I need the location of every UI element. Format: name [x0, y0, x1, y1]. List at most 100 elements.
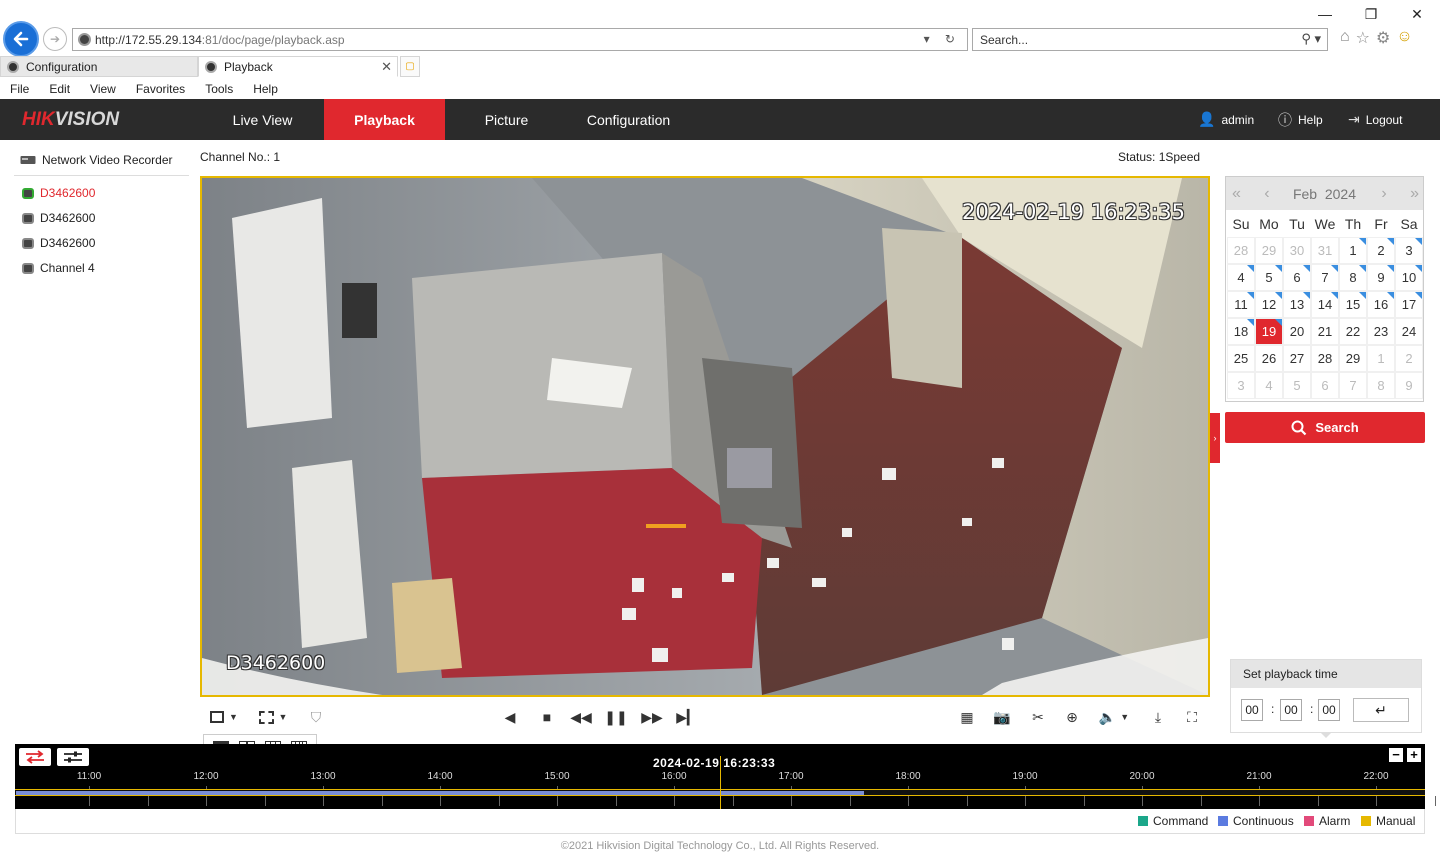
- calendar-day[interactable]: 16: [1367, 291, 1395, 318]
- nav-configuration[interactable]: Configuration: [568, 99, 689, 140]
- calendar-day[interactable]: 7: [1339, 372, 1367, 399]
- calendar-day[interactable]: 26: [1255, 345, 1283, 372]
- device-tree-root[interactable]: Network Video Recorder: [20, 153, 173, 167]
- calendar-day[interactable]: 31: [1311, 237, 1339, 264]
- menu-favorites[interactable]: Favorites: [126, 82, 195, 96]
- prev-month-icon[interactable]: ‹: [1264, 185, 1270, 203]
- calendar-day[interactable]: 4: [1227, 264, 1255, 291]
- calendar-day[interactable]: 14: [1311, 291, 1339, 318]
- tab-configuration[interactable]: Configuration: [0, 56, 198, 77]
- maximize-icon[interactable]: ❐: [1348, 0, 1394, 28]
- nav-live-view[interactable]: Live View: [202, 99, 323, 140]
- calendar-day[interactable]: 1: [1367, 345, 1395, 372]
- refresh-icon[interactable]: ▾ ↻: [924, 32, 961, 46]
- channel-item-3[interactable]: D3462600: [22, 236, 95, 250]
- calendar-day[interactable]: 25: [1227, 345, 1255, 372]
- back-button[interactable]: [3, 21, 39, 57]
- timeline-filter-button[interactable]: [57, 748, 89, 766]
- apply-time-button[interactable]: ↵: [1353, 698, 1409, 722]
- calendar-day[interactable]: 20: [1283, 318, 1311, 345]
- next-month-icon[interactable]: ›: [1381, 185, 1387, 203]
- calendar-day[interactable]: 21: [1311, 318, 1339, 345]
- digital-zoom-button[interactable]: ⊕: [1061, 706, 1083, 728]
- calendar-day[interactable]: 30: [1283, 237, 1311, 264]
- search-button[interactable]: Search: [1225, 412, 1425, 443]
- tab-playback[interactable]: Playback ✕: [198, 56, 398, 77]
- audio-button[interactable]: 🔈 ▼: [1096, 706, 1132, 728]
- region-select-button[interactable]: ▼: [255, 706, 291, 728]
- calendar-day[interactable]: 17: [1395, 291, 1423, 318]
- browser-search-input[interactable]: Search... ⚲ ▾: [972, 28, 1328, 51]
- close-window-icon[interactable]: ✕: [1394, 0, 1440, 28]
- address-bar[interactable]: http://172.55.29.134:81/doc/page/playbac…: [72, 28, 968, 51]
- logout-link[interactable]: ⇥ Logout: [1348, 99, 1402, 140]
- calendar-day[interactable]: 5: [1255, 264, 1283, 291]
- calendar-day[interactable]: 29: [1339, 345, 1367, 372]
- smiley-feedback-icon[interactable]: ☺: [1396, 28, 1412, 48]
- second-input[interactable]: 00: [1318, 699, 1340, 721]
- calendar-day[interactable]: 10: [1395, 264, 1423, 291]
- calendar-day[interactable]: 6: [1283, 264, 1311, 291]
- calendar-day[interactable]: 23: [1367, 318, 1395, 345]
- home-icon[interactable]: ⌂: [1340, 28, 1350, 48]
- calendar-day[interactable]: 6: [1311, 372, 1339, 399]
- new-tab-button[interactable]: ▢: [400, 56, 420, 77]
- calendar-day[interactable]: 22: [1339, 318, 1367, 345]
- calendar-day[interactable]: 2: [1395, 345, 1423, 372]
- nav-picture[interactable]: Picture: [446, 99, 567, 140]
- calendar-day[interactable]: 27: [1283, 345, 1311, 372]
- calendar-day[interactable]: 11: [1227, 291, 1255, 318]
- calendar-day[interactable]: 1: [1339, 237, 1367, 264]
- timeline-cursor[interactable]: [719, 756, 721, 809]
- hour-input[interactable]: 00: [1241, 699, 1263, 721]
- search-icon[interactable]: ⚲ ▾: [1301, 31, 1321, 47]
- pause-button[interactable]: ❚❚: [604, 706, 627, 728]
- calendar-day[interactable]: 8: [1339, 264, 1367, 291]
- calendar-day[interactable]: 15: [1339, 291, 1367, 318]
- collapse-panel-handle[interactable]: ›: [1210, 413, 1220, 463]
- download-button[interactable]: ⤓: [1147, 706, 1169, 728]
- calendar-day[interactable]: 7: [1311, 264, 1339, 291]
- minimize-icon[interactable]: —: [1302, 0, 1348, 28]
- next-year-icon[interactable]: »: [1410, 185, 1419, 203]
- calendar-day[interactable]: 28: [1311, 345, 1339, 372]
- fast-forward-button[interactable]: ▶▶: [641, 706, 663, 728]
- fullscreen-button[interactable]: ⛶: [1181, 706, 1203, 728]
- clip-button[interactable]: ✂: [1027, 706, 1049, 728]
- calendar-day[interactable]: 28: [1227, 237, 1255, 264]
- settings-gear-icon[interactable]: ⚙: [1376, 28, 1390, 48]
- channel-item-4[interactable]: Channel 4: [22, 261, 95, 275]
- calendar-day[interactable]: 12: [1255, 291, 1283, 318]
- menu-file[interactable]: File: [0, 82, 39, 96]
- calendar-day[interactable]: 24: [1395, 318, 1423, 345]
- fisheye-button[interactable]: ⛉: [305, 706, 327, 728]
- forward-button[interactable]: ➔: [43, 27, 67, 51]
- video-playback-window[interactable]: 2024-02-19 16:23:35 D3462600: [200, 176, 1210, 697]
- user-menu[interactable]: 👤 admin: [1198, 99, 1254, 140]
- prev-year-icon[interactable]: «: [1232, 185, 1241, 203]
- calendar-day-selected[interactable]: 19: [1255, 318, 1283, 345]
- menu-help[interactable]: Help: [243, 82, 288, 96]
- timeline[interactable]: 2024-02-19 16:23:33 11:00 12:00 13:00 14:00…: [15, 744, 1436, 809]
- stop-button[interactable]: ■: [537, 706, 557, 728]
- timeline-zoom-in-button[interactable]: +: [1407, 748, 1421, 762]
- calendar-day[interactable]: 2: [1367, 237, 1395, 264]
- calendar-day[interactable]: 18: [1227, 318, 1255, 345]
- nav-playback[interactable]: Playback: [324, 99, 445, 140]
- calendar-day[interactable]: 13: [1283, 291, 1311, 318]
- menu-view[interactable]: View: [80, 82, 126, 96]
- minute-input[interactable]: 00: [1280, 699, 1302, 721]
- single-frame-button[interactable]: ▶▎: [676, 706, 698, 728]
- calendar-day[interactable]: 9: [1367, 264, 1395, 291]
- calendar-day[interactable]: 4: [1255, 372, 1283, 399]
- slow-button[interactable]: ◀◀: [570, 706, 592, 728]
- capture-button[interactable]: 📷: [991, 706, 1013, 728]
- menu-tools[interactable]: Tools: [195, 82, 243, 96]
- timeline-rewind-button[interactable]: [19, 748, 51, 766]
- calendar-day[interactable]: 8: [1367, 372, 1395, 399]
- menu-edit[interactable]: Edit: [39, 82, 80, 96]
- calendar-day[interactable]: 3: [1227, 372, 1255, 399]
- channel-item-1[interactable]: D3462600: [22, 186, 95, 200]
- window-layout-button[interactable]: ▼: [206, 706, 242, 728]
- calendar-day[interactable]: 29: [1255, 237, 1283, 264]
